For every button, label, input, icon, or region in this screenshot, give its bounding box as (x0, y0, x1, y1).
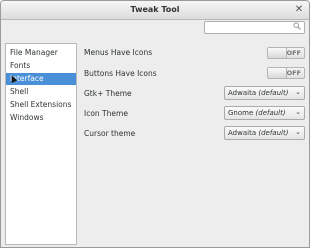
close-icon[interactable]: ✕ (293, 4, 305, 16)
sidebar-item-shell-extensions[interactable]: Shell Extensions (6, 99, 76, 111)
tweak-tool-window: Tweak Tool ✕ File Manager Fonts Interfac… (0, 0, 310, 248)
chevron-down-icon: ⌄ (295, 88, 301, 96)
cursor-theme-value: Adwaita (default) (228, 129, 289, 137)
chevron-down-icon: ⌄ (295, 108, 301, 116)
toggle-knob (268, 68, 287, 78)
search-input[interactable] (204, 21, 305, 34)
gtk-theme-select[interactable]: Adwaita (default) ⌄ (224, 86, 305, 100)
cursor-theme-label: Cursor theme (84, 129, 136, 138)
cursor-theme-select[interactable]: Adwaita (default) ⌄ (224, 126, 305, 140)
icon-theme-value: Gnome (default) (228, 109, 286, 117)
gtk-theme-value: Adwaita (default) (228, 89, 289, 97)
sidebar-item-file-manager[interactable]: File Manager (6, 47, 76, 59)
toggle-state: OFF (286, 49, 301, 57)
icon-theme-select[interactable]: Gnome (default) ⌄ (224, 106, 305, 120)
sidebar: File Manager Fonts Interface Shell Shell… (5, 43, 77, 245)
toggle-knob (268, 48, 287, 58)
title-bar[interactable]: Tweak Tool ✕ (1, 1, 309, 20)
gtk-theme-label: Gtk+ Theme (84, 89, 132, 98)
buttons-have-icons-label: Buttons Have Icons (84, 69, 157, 78)
menus-have-icons-label: Menus Have Icons (84, 48, 153, 57)
menus-have-icons-toggle[interactable]: OFF (267, 47, 305, 59)
sidebar-item-fonts[interactable]: Fonts (6, 60, 76, 72)
icon-theme-label: Icon Theme (84, 109, 128, 118)
window-title: Tweak Tool (130, 5, 180, 14)
sidebar-item-shell[interactable]: Shell (6, 86, 76, 98)
chevron-down-icon: ⌄ (295, 128, 301, 136)
sidebar-item-windows[interactable]: Windows (6, 112, 76, 124)
toggle-state: OFF (286, 69, 301, 77)
search-icon (293, 22, 301, 32)
buttons-have-icons-toggle[interactable]: OFF (267, 67, 305, 79)
